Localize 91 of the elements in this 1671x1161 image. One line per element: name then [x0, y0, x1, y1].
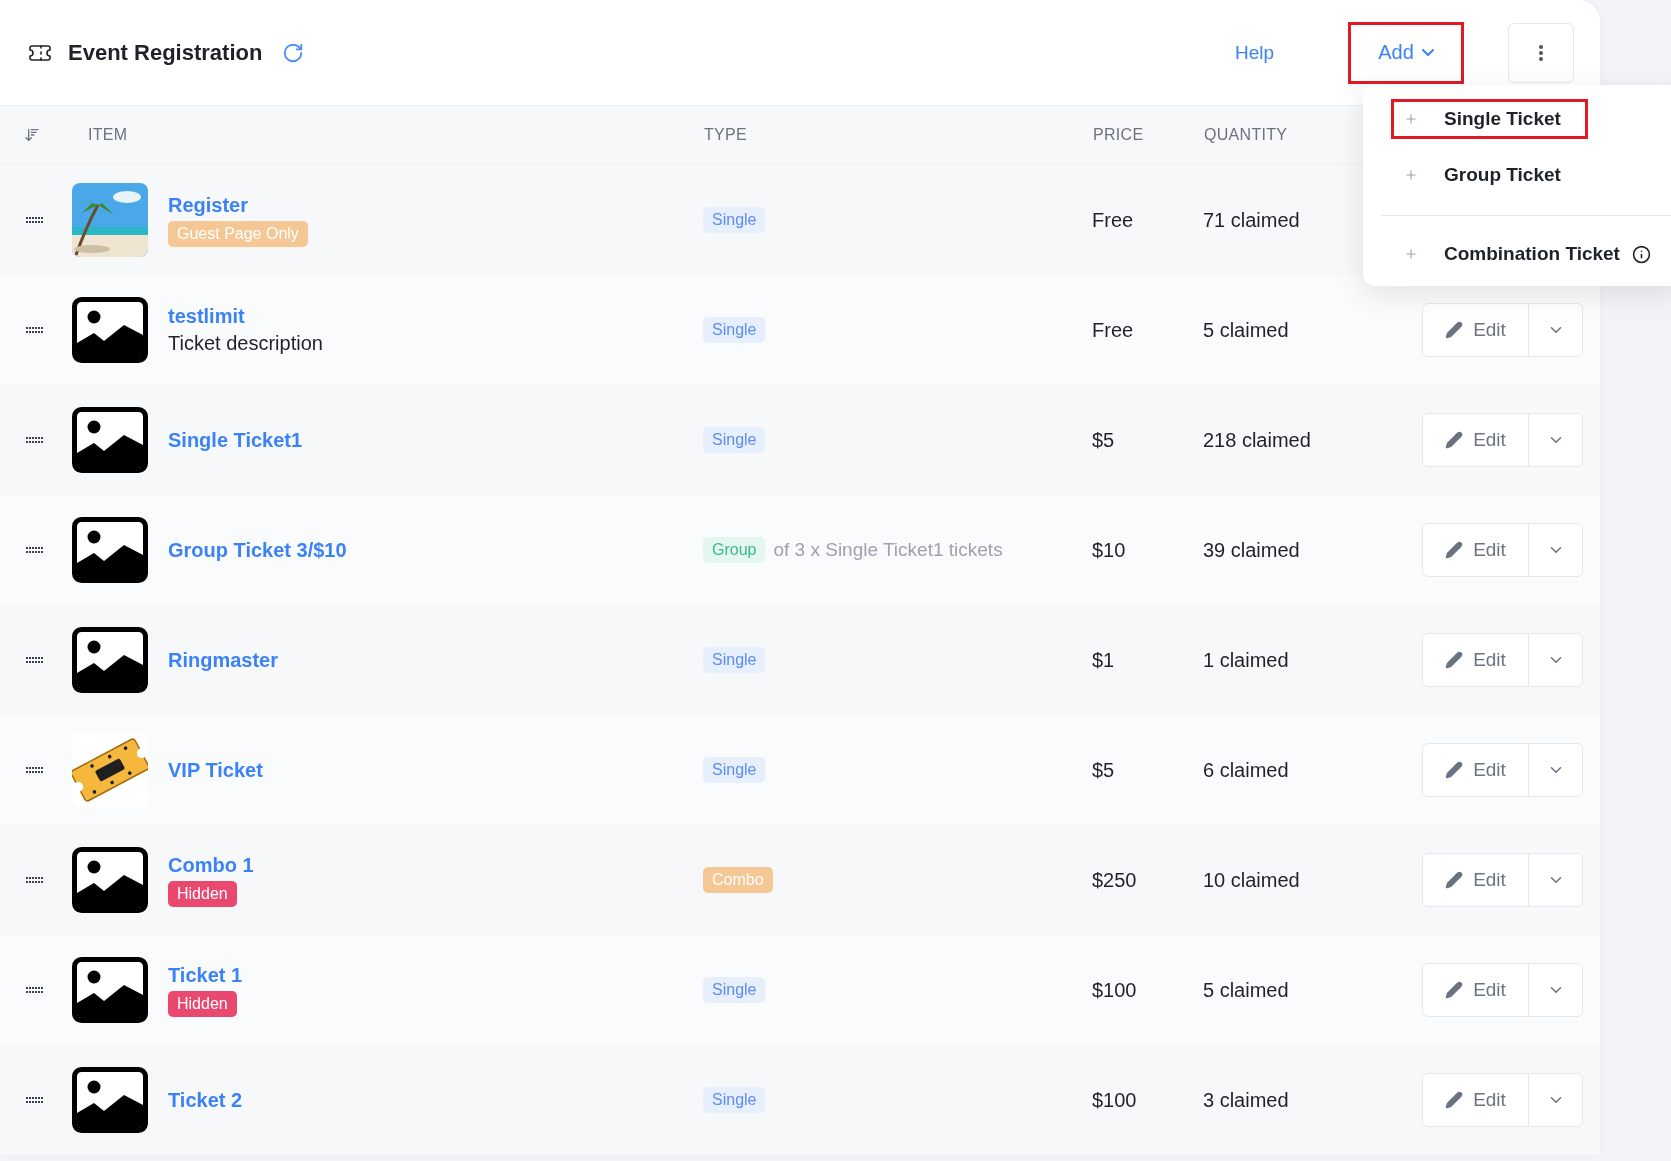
- edit-button[interactable]: Edit: [1423, 1074, 1529, 1126]
- info-icon[interactable]: [1631, 244, 1651, 264]
- menu-item[interactable]: Single Ticket: [1391, 99, 1588, 139]
- price-cell-text: $10: [1092, 538, 1127, 562]
- item-name-link[interactable]: Combo 1: [168, 853, 254, 877]
- status-tag: Hidden: [168, 880, 237, 907]
- type-tag: Single: [703, 757, 766, 783]
- quantity-cell-text: 71 claimed: [1203, 208, 1301, 232]
- pencil-icon: [1445, 651, 1464, 669]
- add-button[interactable]: Add: [1348, 21, 1464, 84]
- drag-handle-icon[interactable]: [26, 657, 44, 663]
- menu-item[interactable]: Combination Ticket: [1391, 234, 1671, 274]
- item-name-link[interactable]: Ticket 2: [168, 1088, 243, 1112]
- plus-icon: [1404, 247, 1418, 261]
- price-cell-text: $5: [1092, 758, 1116, 782]
- item-name-link[interactable]: VIP Ticket: [168, 758, 263, 782]
- more-vertical-icon: [1539, 44, 1543, 61]
- type-tag: Single: [703, 317, 766, 343]
- pencil-icon: [1445, 1091, 1464, 1109]
- pencil-icon: [1445, 981, 1464, 999]
- quantity-cell-text: 10 claimed: [1203, 868, 1301, 892]
- drag-handle-icon[interactable]: [26, 327, 44, 333]
- quantity-cell-text: 39 claimed: [1203, 538, 1301, 562]
- drag-handle-icon[interactable]: [26, 987, 44, 993]
- pencil-icon: [1445, 761, 1464, 779]
- quantity-cell-text: 1 claimed: [1203, 648, 1290, 672]
- type-tag: Single: [703, 977, 766, 1003]
- pencil-icon: [1445, 431, 1464, 449]
- price-cell-text: $1: [1092, 648, 1116, 672]
- pencil-icon: [1445, 871, 1464, 889]
- drag-handle-icon[interactable]: [26, 1097, 44, 1103]
- drag-handle-icon[interactable]: [26, 437, 44, 443]
- item-name-link[interactable]: Ticket 1: [168, 963, 243, 987]
- image-placeholder-icon: [72, 627, 148, 693]
- refresh-icon[interactable]: [282, 41, 305, 64]
- edit-button[interactable]: Edit: [1423, 854, 1529, 906]
- price-cell-text: Free: [1092, 318, 1135, 342]
- column-header: ITEM: [88, 126, 129, 144]
- item-name-link[interactable]: Single Ticket1: [168, 428, 303, 452]
- drag-handle-icon[interactable]: [26, 877, 44, 883]
- image-placeholder-icon: [72, 1067, 148, 1133]
- edit-button[interactable]: Edit: [1423, 634, 1529, 686]
- type-tag: Single: [703, 427, 766, 453]
- quantity-cell-text: 6 claimed: [1203, 758, 1290, 782]
- type-tag: Group: [703, 537, 766, 563]
- price-cell-text: Free: [1092, 208, 1135, 232]
- page-title: Event Registration: [68, 39, 263, 66]
- drag-handle-icon[interactable]: [26, 767, 44, 773]
- item-name-link[interactable]: testlimit: [168, 305, 245, 328]
- quantity-cell-text: 5 claimed: [1203, 318, 1290, 342]
- item-description: Ticket description: [168, 332, 323, 355]
- sort-icon[interactable]: [24, 127, 40, 143]
- item-name-link[interactable]: Ringmaster: [168, 648, 279, 672]
- status-tag: Hidden: [168, 990, 237, 1017]
- item-name-link[interactable]: Group Ticket 3/$10: [168, 538, 347, 562]
- quantity-cell-text: 218 claimed: [1203, 428, 1312, 452]
- help-link[interactable]: Help: [1234, 41, 1274, 64]
- image-placeholder-icon: [72, 407, 148, 473]
- drag-handle-icon[interactable]: [26, 547, 44, 553]
- status-tag: Guest Page Only: [168, 220, 308, 247]
- column-header: TYPE: [704, 126, 748, 144]
- edit-button[interactable]: Edit: [1423, 964, 1529, 1016]
- type-tag: Single: [703, 1087, 766, 1113]
- edit-button[interactable]: Edit: [1423, 414, 1529, 466]
- type-tag: Single: [703, 207, 766, 233]
- price-cell-text: $100: [1092, 1088, 1138, 1112]
- image-placeholder-icon: [72, 517, 148, 583]
- column-header: PRICE: [1093, 126, 1145, 144]
- quantity-cell-text: 3 claimed: [1203, 1088, 1290, 1112]
- pencil-icon: [1445, 321, 1464, 339]
- edit-button[interactable]: Edit: [1423, 304, 1529, 356]
- price-cell-text: $250: [1092, 868, 1138, 892]
- menu-item[interactable]: Group Ticket: [1391, 155, 1588, 195]
- image-placeholder-icon: [72, 847, 148, 913]
- plus-icon: [1404, 168, 1418, 182]
- price-cell-text: $100: [1092, 978, 1138, 1002]
- edit-button[interactable]: Edit: [1423, 524, 1529, 576]
- edit-button[interactable]: Edit: [1423, 744, 1529, 796]
- pencil-icon: [1445, 541, 1464, 559]
- quantity-cell-text: 5 claimed: [1203, 978, 1290, 1002]
- type-note: of 3 x Single Ticket1 tickets: [773, 539, 1003, 561]
- item-name-link[interactable]: Register: [168, 193, 249, 217]
- chevron-down-icon: [1421, 49, 1434, 56]
- plus-icon: [1404, 112, 1418, 126]
- image-placeholder-icon: [72, 297, 148, 363]
- price-cell-text: $5: [1092, 428, 1116, 452]
- type-tag: Combo: [703, 867, 773, 893]
- drag-handle-icon[interactable]: [26, 217, 44, 223]
- image-placeholder-icon: [72, 957, 148, 1023]
- column-header: QUANTITY: [1204, 126, 1289, 144]
- type-tag: Single: [703, 647, 766, 673]
